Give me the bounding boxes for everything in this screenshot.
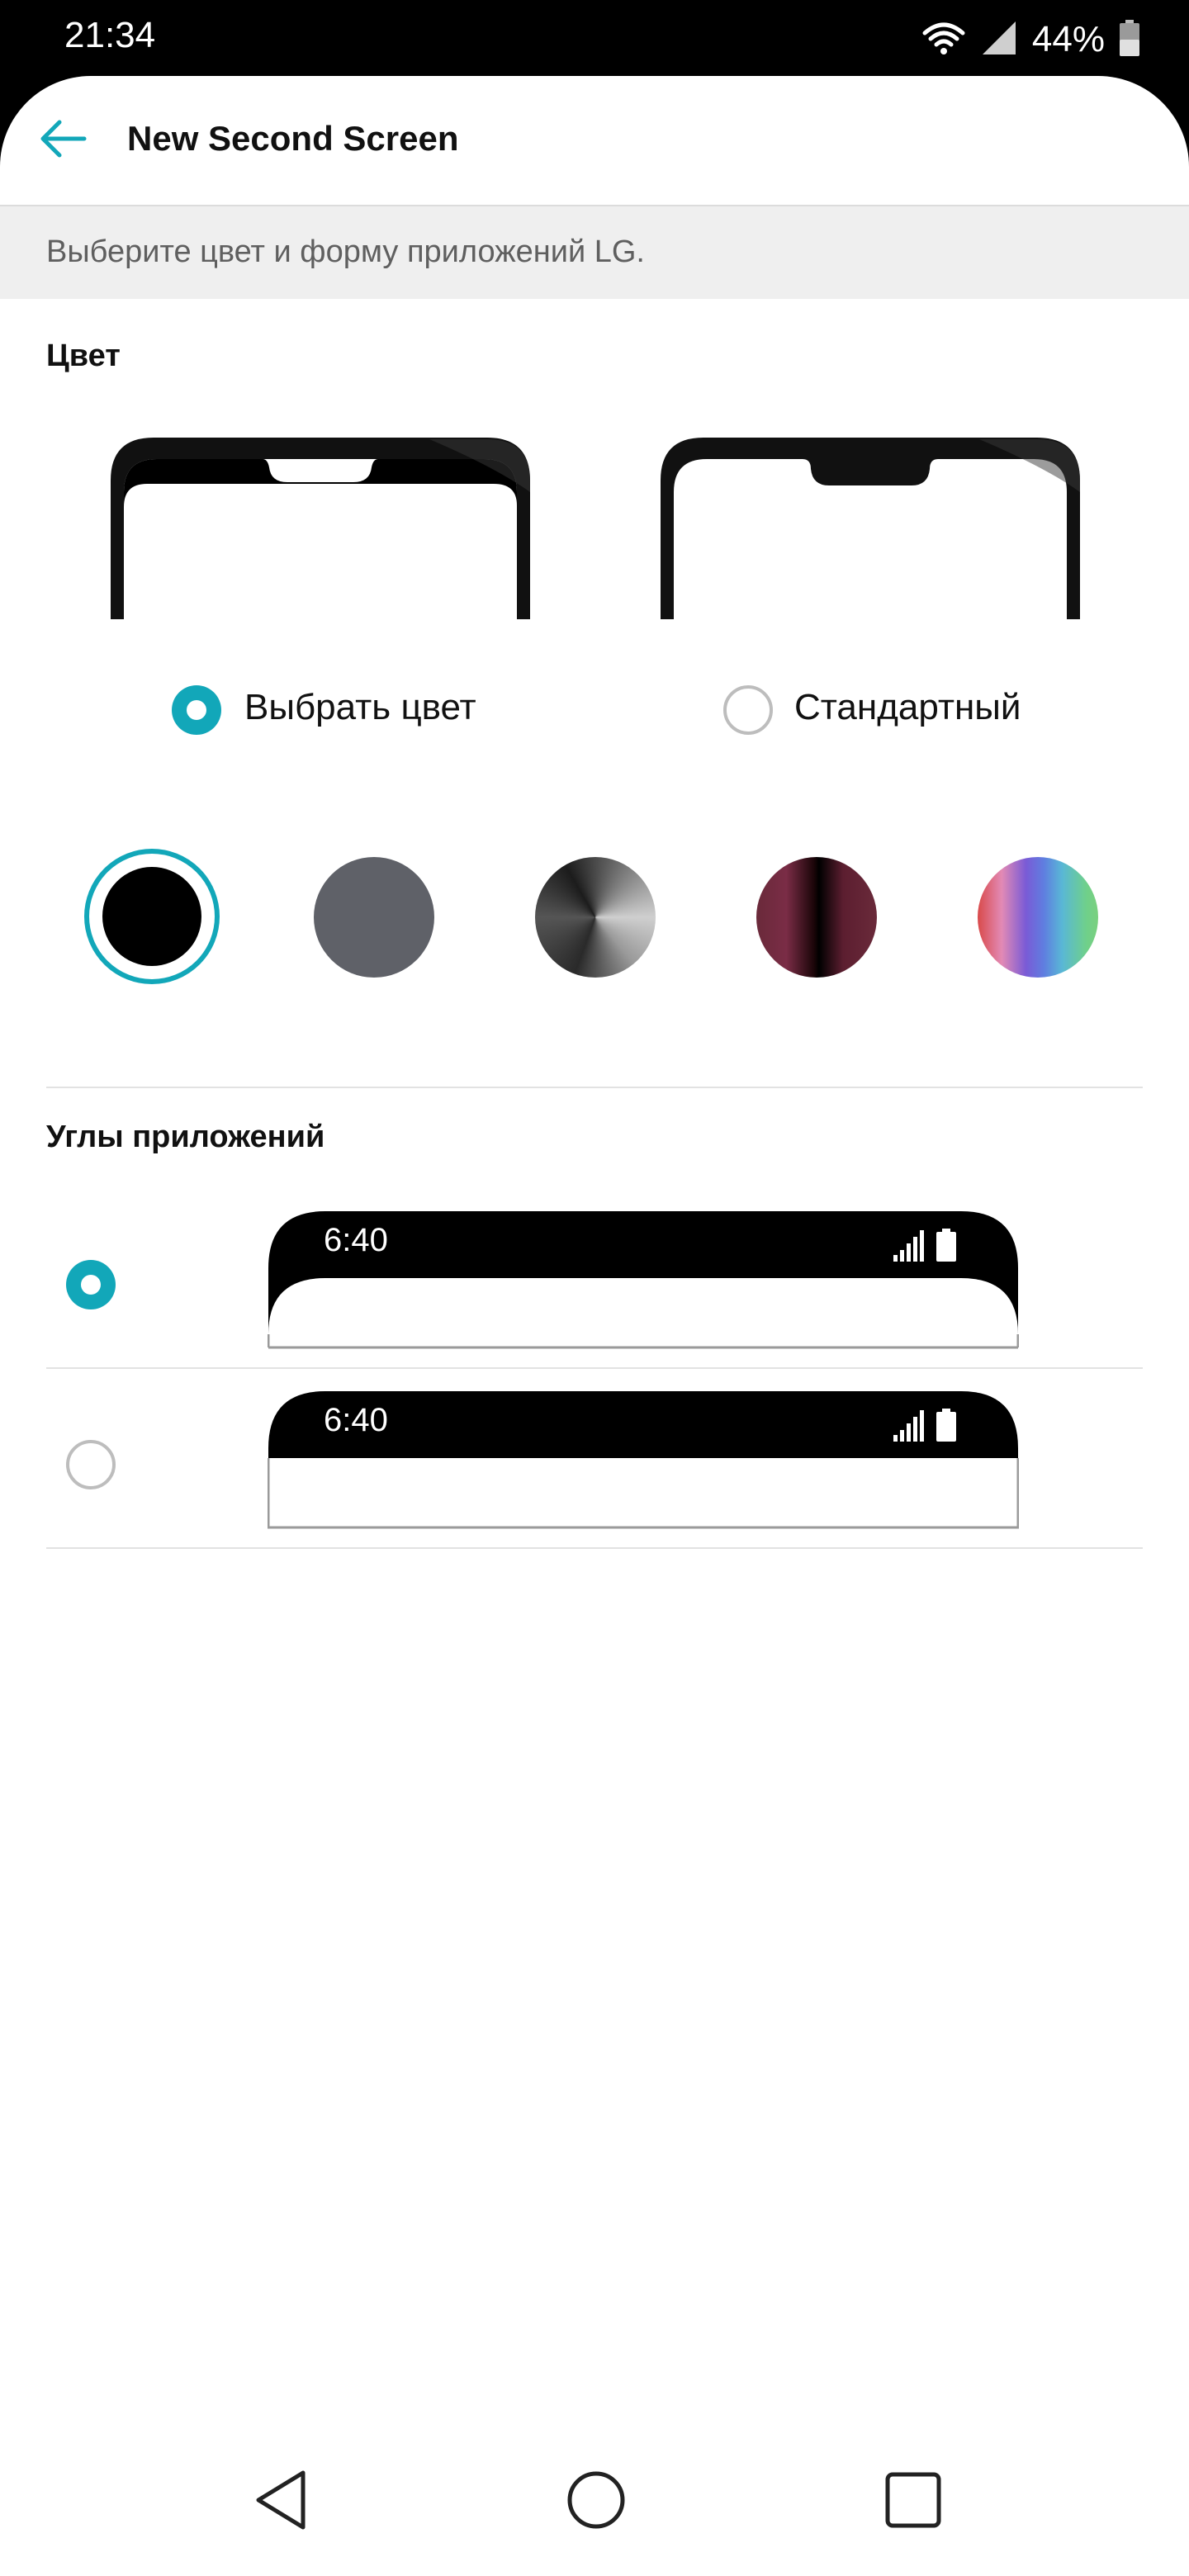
swatch-monochrome[interactable]: [535, 857, 656, 978]
home-circle-icon[interactable]: [561, 2465, 631, 2535]
radio-choose-color-label[interactable]: Выбрать цвет: [244, 687, 476, 728]
recents-square-icon[interactable]: [879, 2465, 948, 2535]
signal-icon: [981, 20, 1017, 60]
swatch-wine[interactable]: [756, 857, 877, 978]
swatch-black[interactable]: [102, 867, 201, 966]
signal-bars-icon: [893, 1230, 924, 1262]
radio-corners-rounded[interactable]: [66, 1260, 116, 1309]
radio-corners-square[interactable]: [66, 1440, 116, 1489]
status-time: 21:34: [64, 15, 156, 55]
status-bar: 21:34 44%: [0, 0, 1189, 79]
notch-preview-standard[interactable]: [657, 434, 1083, 623]
preview-status-icons: [893, 1225, 956, 1262]
swatch-rainbow[interactable]: [978, 857, 1098, 978]
battery-full-icon: [936, 1409, 956, 1442]
preview-status-icons: [893, 1405, 956, 1442]
preview-time: 6:40: [324, 1222, 388, 1258]
arrow-left-icon[interactable]: [33, 109, 92, 168]
radio-standard[interactable]: [723, 685, 773, 735]
wifi-icon: [921, 20, 966, 60]
description-text: Выберите цвет и форму приложений LG.: [46, 234, 645, 269]
notch-preview-color[interactable]: [107, 434, 533, 623]
battery-icon: [1120, 19, 1139, 60]
page-title: New Second Screen: [127, 119, 459, 158]
preview-time: 6:40: [324, 1402, 388, 1438]
corner-preview-square[interactable]: 6:40: [268, 1390, 1019, 1529]
description-bar: Выберите цвет и форму приложений LG.: [0, 205, 1189, 299]
radio-choose-color[interactable]: [172, 685, 221, 735]
navigation-bar: [0, 2431, 1189, 2576]
corner-preview-rounded[interactable]: 6:40: [268, 1210, 1019, 1349]
app-bar: New Second Screen: [0, 76, 1189, 205]
back-triangle-icon[interactable]: [246, 2465, 315, 2535]
main-card: New Second Screen Выберите цвет и форму …: [0, 76, 1189, 2576]
radio-standard-label[interactable]: Стандартный: [794, 687, 1021, 728]
battery-percent: 44%: [1031, 19, 1105, 59]
divider: [46, 1547, 1143, 1549]
divider: [46, 1087, 1143, 1088]
swatch-gray[interactable]: [314, 857, 434, 978]
divider: [46, 1367, 1143, 1369]
color-section-title: Цвет: [46, 339, 121, 373]
status-icons: 44%: [921, 13, 1139, 66]
signal-bars-icon: [893, 1410, 924, 1442]
battery-full-icon: [936, 1229, 956, 1262]
corners-section-title: Углы приложений: [46, 1120, 325, 1154]
